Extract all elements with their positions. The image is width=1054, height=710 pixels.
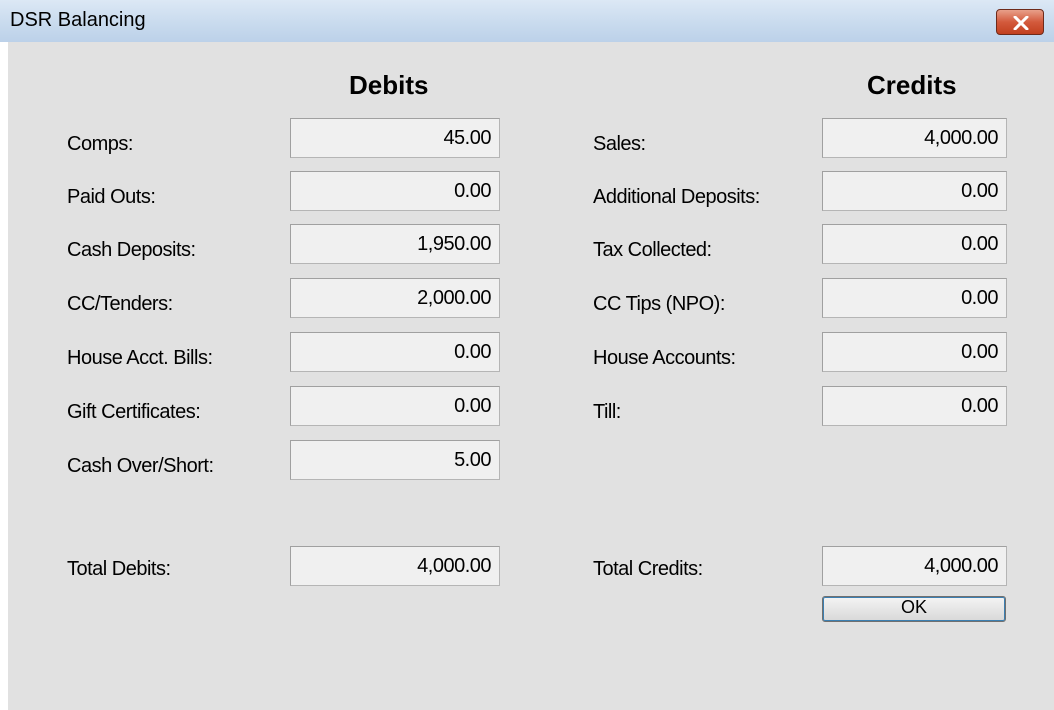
tax-collected-field[interactable]: 0.00 <box>822 224 1007 264</box>
till-field[interactable]: 0.00 <box>822 386 1007 426</box>
window-title: DSR Balancing <box>10 9 146 31</box>
sales-label: Sales: <box>593 133 646 155</box>
gift-certificates-field[interactable]: 0.00 <box>290 386 500 426</box>
debits-heading: Debits <box>349 70 429 100</box>
house-accounts-label: House Accounts: <box>593 347 736 369</box>
title-bar: DSR Balancing <box>0 0 1054 42</box>
dialog-body: Debits Credits Comps: 45.00 Paid Outs: 0… <box>8 42 1054 710</box>
comps-label: Comps: <box>67 133 133 155</box>
till-label: Till: <box>593 401 621 423</box>
cash-deposits-field[interactable]: 1,950.00 <box>290 224 500 264</box>
total-credits-label: Total Credits: <box>593 558 703 580</box>
cc-tips-field[interactable]: 0.00 <box>822 278 1007 318</box>
close-button[interactable] <box>996 9 1044 35</box>
total-debits-label: Total Debits: <box>67 558 171 580</box>
tax-collected-label: Tax Collected: <box>593 239 712 261</box>
total-credits-field[interactable]: 4,000.00 <box>822 546 1007 586</box>
cash-over-short-field[interactable]: 5.00 <box>290 440 500 480</box>
cash-over-short-label: Cash Over/Short: <box>67 455 214 477</box>
additional-deposits-field[interactable]: 0.00 <box>822 171 1007 211</box>
dsr-balancing-window: DSR Balancing Debits Credits Comps: 45.0… <box>0 0 1054 710</box>
house-acct-bills-field[interactable]: 0.00 <box>290 332 500 372</box>
gift-certificates-label: Gift Certificates: <box>67 401 201 423</box>
house-acct-bills-label: House Acct. Bills: <box>67 347 213 369</box>
paid-outs-field[interactable]: 0.00 <box>290 171 500 211</box>
sales-field[interactable]: 4,000.00 <box>822 118 1007 158</box>
additional-deposits-label: Additional Deposits: <box>593 186 760 208</box>
comps-field[interactable]: 45.00 <box>290 118 500 158</box>
total-debits-field[interactable]: 4,000.00 <box>290 546 500 586</box>
cc-tenders-label: CC/Tenders: <box>67 293 173 315</box>
cash-deposits-label: Cash Deposits: <box>67 239 196 261</box>
ok-button[interactable]: OK <box>822 596 1006 622</box>
paid-outs-label: Paid Outs: <box>67 186 156 208</box>
house-accounts-field[interactable]: 0.00 <box>822 332 1007 372</box>
close-icon <box>1013 16 1029 30</box>
cc-tenders-field[interactable]: 2,000.00 <box>290 278 500 318</box>
credits-heading: Credits <box>867 70 957 100</box>
cc-tips-label: CC Tips (NPO): <box>593 293 725 315</box>
